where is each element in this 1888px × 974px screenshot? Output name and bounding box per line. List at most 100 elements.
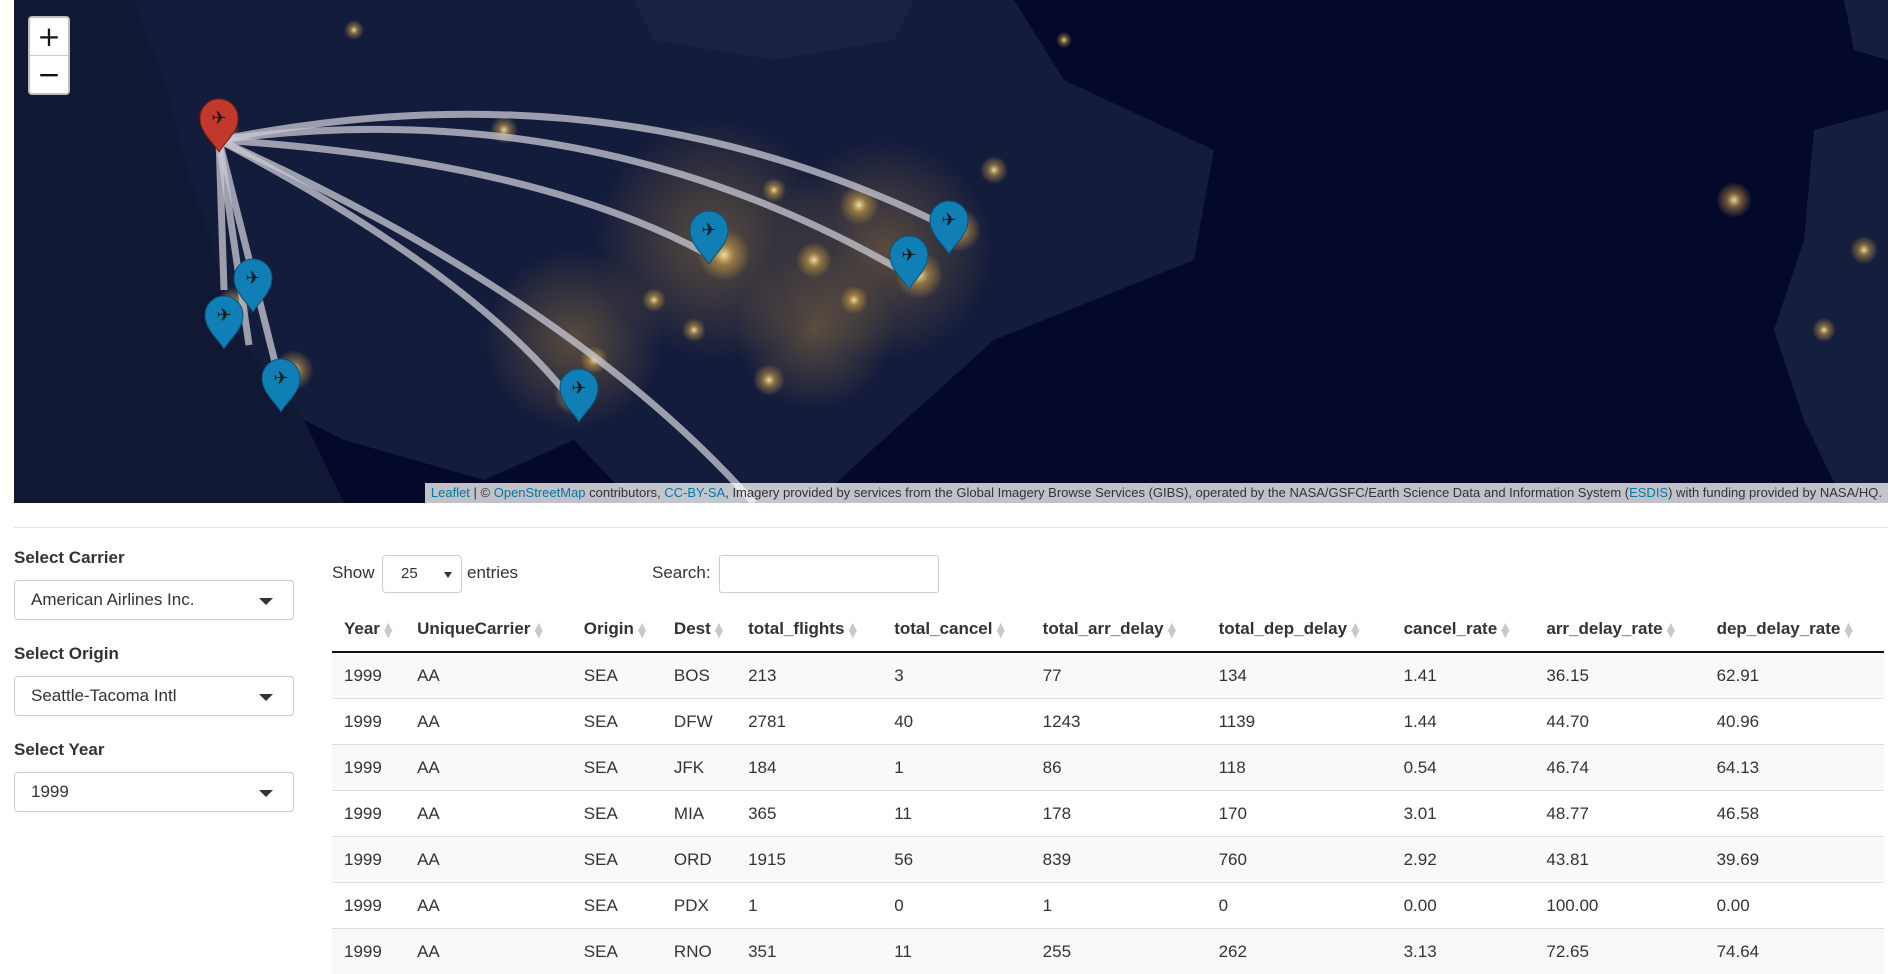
svg-text:✈: ✈ <box>571 378 586 399</box>
column-header-year[interactable]: Year ▲▼ <box>332 607 405 652</box>
table-row[interactable]: 1999AASEAJFK1841861180.5446.7464.13 <box>332 745 1884 791</box>
table-cell-dest: ORD <box>662 837 736 883</box>
leaflet-link[interactable]: Leaflet <box>431 485 470 500</box>
table-row[interactable]: 1999AASEAORD1915568397602.9243.8139.69 <box>332 837 1884 883</box>
esdis-link[interactable]: ESDIS <box>1629 485 1668 500</box>
page-length-value: 25 <box>401 565 418 582</box>
table-cell-year: 1999 <box>332 929 405 974</box>
page-length-select[interactable]: 25 <box>382 555 462 593</box>
table-cell-origin: SEA <box>572 699 662 745</box>
table-cell-uniquecarrier: AA <box>405 699 572 745</box>
svg-text:✈: ✈ <box>901 245 916 266</box>
table-cell-arr-delay-rate: 44.70 <box>1534 699 1704 745</box>
table-cell-origin: SEA <box>572 883 662 929</box>
table-row[interactable]: 1999AASEABOS2133771341.4136.1562.91 <box>332 652 1884 699</box>
column-header-label: UniqueCarrier <box>417 619 530 638</box>
table-cell-arr-delay-rate: 100.00 <box>1534 883 1704 929</box>
search-label: Search: <box>652 563 711 583</box>
carrier-label: Select Carrier <box>14 548 294 568</box>
origin-label: Select Origin <box>14 644 294 664</box>
attribution-gibs-text: , Imagery provided by services from the … <box>725 485 1629 500</box>
column-header-dep-delay-rate[interactable]: dep_delay_rate▲▼ <box>1705 607 1884 652</box>
table-cell-total-cancel: 1 <box>882 745 1030 791</box>
column-header-arr-delay-rate[interactable]: arr_delay_rate▲▼ <box>1534 607 1704 652</box>
table-cell-total-dep-delay: 262 <box>1207 929 1392 974</box>
table-cell-total-dep-delay: 118 <box>1207 745 1392 791</box>
table-cell-year: 1999 <box>332 745 405 791</box>
table-cell-cancel-rate: 2.92 <box>1392 837 1535 883</box>
table-cell-uniquecarrier: AA <box>405 791 572 837</box>
zoom-out-button[interactable]: − <box>30 55 68 93</box>
table-cell-cancel-rate: 1.41 <box>1392 652 1535 699</box>
table-cell-dest: DFW <box>662 699 736 745</box>
flight-map[interactable]: ✈ ✈ ✈ ✈ ✈ ✈ ✈ <box>14 0 1888 503</box>
column-header-origin[interactable]: Origin▲▼ <box>572 607 662 652</box>
year-select[interactable]: 1999 <box>14 772 294 812</box>
table-cell-total-flights: 184 <box>736 745 882 791</box>
table-cell-dep-delay-rate: 0.00 <box>1705 883 1884 929</box>
osm-link[interactable]: OpenStreetMap <box>494 485 586 500</box>
table-cell-year: 1999 <box>332 837 405 883</box>
table-cell-uniquecarrier: AA <box>405 837 572 883</box>
table-cell-origin: SEA <box>572 745 662 791</box>
column-header-cancel-rate[interactable]: cancel_rate▲▼ <box>1392 607 1535 652</box>
table-cell-dep-delay-rate: 64.13 <box>1705 745 1884 791</box>
column-header-label: dep_delay_rate <box>1717 619 1841 638</box>
table-cell-total-flights: 213 <box>736 652 882 699</box>
column-header-dest[interactable]: Dest▲▼ <box>662 607 736 652</box>
table-cell-dest: BOS <box>662 652 736 699</box>
table-row[interactable]: 1999AASEADFW278140124311391.4444.7040.96 <box>332 699 1884 745</box>
ccbysa-link[interactable]: CC-BY-SA <box>664 485 725 500</box>
table-cell-total-cancel: 11 <box>882 791 1030 837</box>
sort-icon: ▲▼ <box>384 623 392 637</box>
sort-icon: ▲▼ <box>1168 623 1176 637</box>
table-cell-dep-delay-rate: 39.69 <box>1705 837 1884 883</box>
column-header-label: arr_delay_rate <box>1546 619 1662 638</box>
table-cell-dest: RNO <box>662 929 736 974</box>
column-header-label: total_arr_delay <box>1043 619 1164 638</box>
table-cell-cancel-rate: 0.54 <box>1392 745 1535 791</box>
map-attribution: Leaflet | © OpenStreetMap contributors, … <box>425 483 1888 503</box>
table-cell-arr-delay-rate: 48.77 <box>1534 791 1704 837</box>
table-row[interactable]: 1999AASEAPDX10100.00100.000.00 <box>332 883 1884 929</box>
table-cell-dest: PDX <box>662 883 736 929</box>
search-input[interactable] <box>719 555 939 593</box>
table-cell-total-dep-delay: 170 <box>1207 791 1392 837</box>
chevron-down-icon <box>259 598 273 605</box>
table-cell-total-cancel: 11 <box>882 929 1030 974</box>
column-header-label: Year <box>344 619 380 638</box>
table-cell-total-dep-delay: 0 <box>1207 883 1392 929</box>
table-cell-year: 1999 <box>332 791 405 837</box>
table-row[interactable]: 1999AASEARNO351112552623.1372.6574.64 <box>332 929 1884 974</box>
column-header-uniquecarrier[interactable]: UniqueCarrier▲▼ <box>405 607 572 652</box>
svg-text:✈: ✈ <box>245 268 260 289</box>
column-header-total-arr-delay[interactable]: total_arr_delay ▲▼ <box>1031 607 1207 652</box>
table-cell-total-flights: 1 <box>736 883 882 929</box>
table-cell-arr-delay-rate: 36.15 <box>1534 652 1704 699</box>
table-cell-cancel-rate: 0.00 <box>1392 883 1535 929</box>
origin-select[interactable]: Seattle-Tacoma Intl <box>14 676 294 716</box>
table-cell-total-dep-delay: 1139 <box>1207 699 1392 745</box>
table-cell-cancel-rate: 3.13 <box>1392 929 1535 974</box>
sort-icon: ▲▼ <box>715 623 723 637</box>
table-cell-total-flights: 351 <box>736 929 882 974</box>
table-header-row: Year▲▼UniqueCarrier▲▼Origin▲▼Dest▲▼total… <box>332 607 1884 652</box>
table-cell-total-dep-delay: 134 <box>1207 652 1392 699</box>
column-header-total-flights[interactable]: total_flights▲▼ <box>736 607 882 652</box>
table-cell-cancel-rate: 1.44 <box>1392 699 1535 745</box>
table-cell-total-flights: 365 <box>736 791 882 837</box>
table-cell-arr-delay-rate: 46.74 <box>1534 745 1704 791</box>
attribution-tail: ) with funding provided by NASA/HQ. <box>1668 485 1882 500</box>
attribution-contributors: contributors, <box>586 485 665 500</box>
table-cell-total-arr-delay: 86 <box>1031 745 1207 791</box>
svg-text:✈: ✈ <box>701 220 716 241</box>
column-header-total-cancel[interactable]: total_cancel▲▼ <box>882 607 1030 652</box>
chevron-down-icon <box>259 790 273 797</box>
table-row[interactable]: 1999AASEAMIA365111781703.0148.7746.58 <box>332 791 1884 837</box>
svg-text:✈: ✈ <box>211 108 226 129</box>
carrier-select[interactable]: American Airlines Inc. <box>14 580 294 620</box>
column-header-total-dep-delay[interactable]: total_dep_delay▲▼ <box>1207 607 1392 652</box>
zoom-in-button[interactable]: + <box>30 18 68 55</box>
svg-text:✈: ✈ <box>941 210 956 231</box>
column-header-label: total_cancel <box>894 619 992 638</box>
